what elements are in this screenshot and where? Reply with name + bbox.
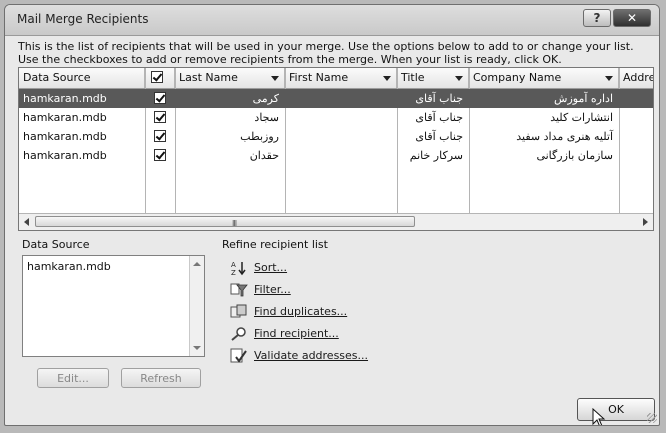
column-header-data-source[interactable]: Data Source: [19, 68, 145, 88]
cell-title: جناب آقای: [415, 130, 463, 143]
cell-last-name: سجاد: [254, 111, 279, 124]
find-recipient-icon: [231, 327, 246, 341]
cell-data-source: hamkaran.mdb: [23, 130, 107, 143]
recipient-checkbox[interactable]: [154, 92, 166, 104]
table-row[interactable]: hamkaran.mdb کرمی جناب آقای اداره آموزش: [19, 89, 653, 108]
validate-addresses-link[interactable]: Validate addresses...: [230, 347, 368, 365]
intro-text: This is the list of recipients that will…: [18, 40, 634, 66]
recipient-checkbox[interactable]: [154, 149, 166, 161]
mail-merge-recipients-dialog: Mail Merge Recipients ? ✕ This is the li…: [4, 4, 660, 426]
filter-link[interactable]: Filter...: [230, 281, 291, 299]
sort-az-icon: A Z: [231, 261, 246, 276]
edit-button[interactable]: Edit...: [37, 368, 109, 388]
column-header-first-name[interactable]: First Name: [285, 68, 397, 88]
chevron-down-icon[interactable]: [383, 76, 391, 81]
filter-link-label[interactable]: Filter...: [254, 283, 291, 296]
find-duplicates-link[interactable]: Find duplicates...: [230, 303, 347, 321]
cell-company: اداره آموزش: [554, 92, 613, 105]
scroll-up-icon[interactable]: [193, 262, 201, 266]
column-header-select-all[interactable]: [145, 68, 175, 88]
table-row[interactable]: hamkaran.mdb سجاد جناب آقای انتشارات کلی…: [19, 108, 653, 127]
cell-company: سازمان بازرگانی: [536, 149, 613, 162]
duplicates-icon: [230, 304, 247, 318]
horizontal-scrollbar[interactable]: III: [19, 213, 653, 230]
window-title: Mail Merge Recipients: [17, 12, 149, 26]
svg-text:A: A: [231, 261, 236, 269]
chevron-down-icon[interactable]: [455, 76, 463, 81]
cell-first-name: [285, 146, 397, 165]
cell-first-name: [285, 89, 397, 108]
refresh-button[interactable]: Refresh: [121, 368, 201, 388]
cell-last-name: روزبطب: [240, 130, 279, 143]
recipient-grid[interactable]: Data Source Last Name First Name Title C…: [18, 67, 654, 231]
data-source-label: Data Source: [22, 238, 90, 251]
table-row[interactable]: hamkaran.mdb حقدان سرکار خانم سازمان باز…: [19, 146, 653, 165]
vertical-scrollbar[interactable]: [189, 256, 204, 356]
scroll-grip: III: [232, 219, 237, 228]
help-button[interactable]: ?: [583, 9, 611, 27]
find-recipient-link-label[interactable]: Find recipient...: [254, 327, 339, 340]
chevron-down-icon[interactable]: [605, 76, 613, 81]
svg-text:Z: Z: [231, 269, 236, 276]
title-bar[interactable]: Mail Merge Recipients ? ✕: [5, 5, 659, 36]
filter-icon: [230, 283, 248, 297]
cell-data-source: hamkaran.mdb: [23, 111, 107, 124]
column-header-label: First Name: [289, 71, 349, 84]
ok-button[interactable]: OK: [577, 398, 655, 421]
cell-company: انتشارات کلید: [550, 111, 613, 124]
cell-data-source: hamkaran.mdb: [23, 149, 107, 162]
recipient-checkbox[interactable]: [154, 111, 166, 123]
table-row[interactable]: hamkaran.mdb روزبطب جناب آقای آتلیه هنری…: [19, 127, 653, 146]
sort-link-label[interactable]: Sort...: [254, 261, 287, 274]
cell-company: آتلیه هنری مداد سفید: [516, 130, 613, 143]
column-header-address[interactable]: Addre: [619, 68, 654, 88]
column-header-label: Title: [401, 71, 425, 84]
column-header-label: Company Name: [473, 71, 562, 84]
find-recipient-link[interactable]: Find recipient...: [230, 325, 339, 343]
validate-addresses-link-label[interactable]: Validate addresses...: [254, 349, 368, 362]
refine-recipient-list-label: Refine recipient list: [222, 238, 328, 251]
cell-data-source: hamkaran.mdb: [23, 92, 107, 105]
scrollbar-thumb[interactable]: III: [35, 216, 415, 228]
cell-title: سرکار خانم: [409, 149, 463, 162]
column-header-label: Data Source: [23, 71, 91, 84]
list-item[interactable]: hamkaran.mdb: [27, 260, 111, 273]
column-header-label: Addre: [623, 71, 654, 84]
cell-last-name: حقدان: [249, 149, 279, 162]
cell-title: جناب آقای: [415, 111, 463, 124]
sort-link[interactable]: A Z Sort...: [230, 259, 287, 277]
data-source-list[interactable]: hamkaran.mdb: [22, 255, 205, 357]
scroll-left-icon[interactable]: [24, 218, 29, 226]
column-header-company-name[interactable]: Company Name: [469, 68, 619, 88]
mouse-cursor-icon: [592, 408, 606, 425]
column-header-last-name[interactable]: Last Name: [175, 68, 285, 88]
resize-grip[interactable]: [647, 413, 657, 423]
scroll-right-icon[interactable]: [643, 218, 648, 226]
scroll-down-icon[interactable]: [193, 346, 201, 350]
cell-title: جناب آقای: [415, 92, 463, 105]
column-header-title[interactable]: Title: [397, 68, 469, 88]
find-duplicates-link-label[interactable]: Find duplicates...: [254, 305, 347, 318]
select-all-checkbox[interactable]: [151, 71, 163, 83]
cell-last-name: کرمی: [252, 92, 279, 105]
cell-first-name: [285, 127, 397, 146]
close-button[interactable]: ✕: [613, 9, 651, 27]
grid-header: Data Source Last Name First Name Title C…: [19, 68, 653, 89]
recipient-checkbox[interactable]: [154, 130, 166, 142]
column-header-label: Last Name: [179, 71, 238, 84]
chevron-down-icon[interactable]: [271, 76, 279, 81]
validate-addresses-icon: [230, 348, 247, 363]
cell-first-name: [285, 108, 397, 127]
